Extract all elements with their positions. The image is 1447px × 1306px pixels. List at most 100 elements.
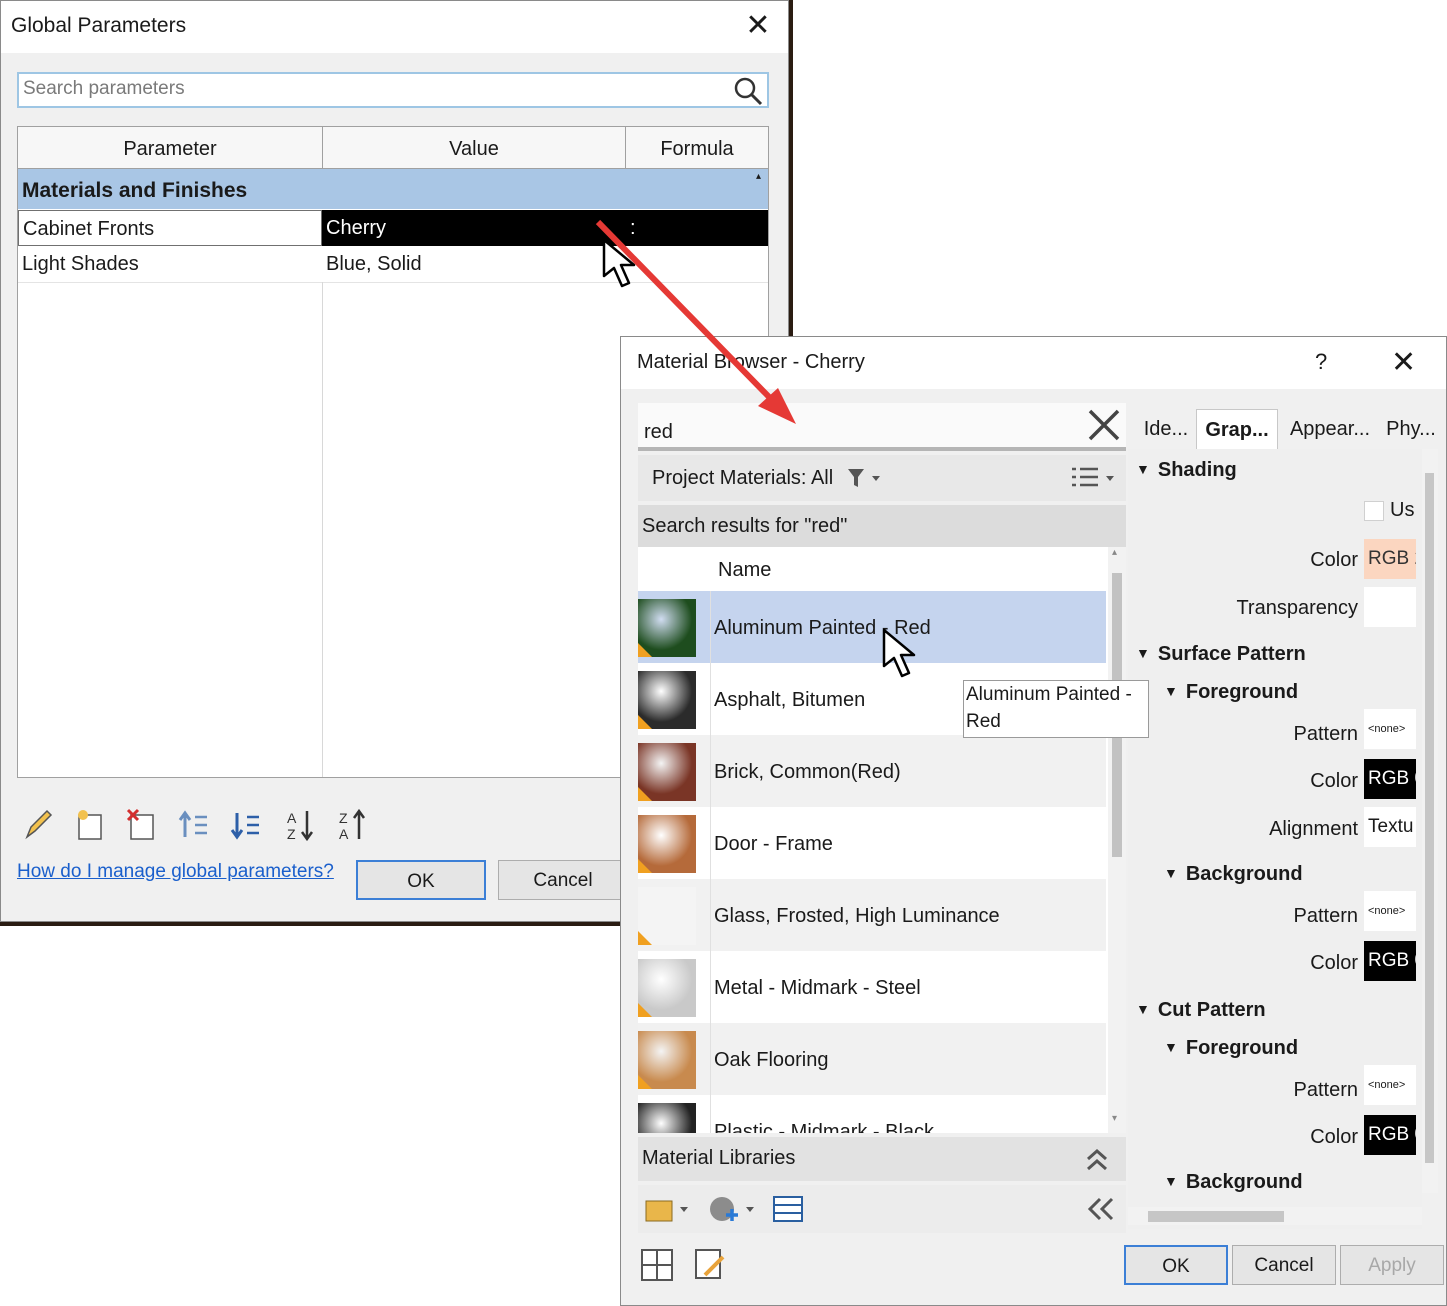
- material-libraries-label: Material Libraries: [642, 1147, 796, 1169]
- material-list-item[interactable]: Door - Frame: [638, 807, 1106, 879]
- scroll-down-icon[interactable]: ▾: [1112, 1113, 1117, 1124]
- pattern-field[interactable]: <none>: [1364, 709, 1416, 749]
- dialog-title: Global Parameters: [11, 14, 187, 37]
- vertical-scrollbar[interactable]: ▴ ▾: [1108, 547, 1126, 1133]
- color-swatch[interactable]: RGB 0: [1364, 1115, 1416, 1155]
- project-materials-filter[interactable]: Project Materials: All: [652, 467, 833, 490]
- formula-cell[interactable]: [626, 246, 768, 282]
- apply-button[interactable]: Apply: [1340, 1245, 1444, 1285]
- asset-browser-icon[interactable]: [772, 1193, 804, 1225]
- pattern-label: Pattern: [1293, 905, 1358, 927]
- transparency-field[interactable]: [1364, 587, 1416, 627]
- alignment-field[interactable]: Textu: [1364, 807, 1416, 847]
- library-folder-icon[interactable]: [644, 1193, 690, 1225]
- search-icon[interactable]: [733, 76, 763, 106]
- group-header[interactable]: Materials and Finishes: [18, 169, 768, 209]
- tab-physical[interactable]: Phy...: [1384, 409, 1438, 449]
- material-list-item[interactable]: Aluminum Painted - Red: [638, 591, 1106, 663]
- expand-up-icon[interactable]: [1084, 1145, 1110, 1173]
- shading-color-swatch[interactable]: RGB 2: [1364, 539, 1416, 579]
- filter-icon[interactable]: [846, 467, 884, 489]
- search-field[interactable]: Search parameters: [17, 72, 769, 108]
- title-bar: Global Parameters ✕: [1, 1, 788, 53]
- project-material-badge-icon: [638, 715, 652, 729]
- value-cell[interactable]: Cherry: [322, 210, 626, 246]
- close-button[interactable]: ✕: [741, 9, 775, 43]
- material-name: Brick, Common(Red): [714, 761, 901, 783]
- use-render-appearance-label: Us: [1390, 499, 1415, 521]
- material-list-item[interactable]: Brick, Common(Red): [638, 735, 1106, 807]
- name-column-header[interactable]: Name: [638, 547, 1106, 591]
- collapse-left-icon[interactable]: [1086, 1197, 1116, 1221]
- scroll-up-icon[interactable]: ▴: [1112, 547, 1117, 558]
- material-list-item[interactable]: Plastic - Midmark - Black: [638, 1095, 1106, 1133]
- move-down-icon[interactable]: [229, 807, 263, 843]
- column-header-formula[interactable]: Formula: [626, 127, 768, 169]
- subsection-background[interactable]: ▼ Background: [1164, 1171, 1303, 1194]
- ok-button[interactable]: OK: [1124, 1245, 1228, 1285]
- ok-button[interactable]: OK: [356, 860, 486, 900]
- tab-appearance[interactable]: Appear...: [1282, 409, 1378, 449]
- subsection-foreground[interactable]: ▼ Foreground: [1164, 681, 1298, 704]
- material-search-field[interactable]: red: [638, 403, 1126, 451]
- section-cut-pattern[interactable]: ▼ Cut Pattern: [1136, 999, 1266, 1022]
- sort-descending-icon[interactable]: Z A: [337, 807, 371, 843]
- subsection-foreground[interactable]: ▼ Foreground: [1164, 1037, 1298, 1060]
- list-view-icon[interactable]: [1070, 465, 1120, 491]
- section-surface-pattern[interactable]: ▼ Surface Pattern: [1136, 643, 1306, 666]
- material-libraries-bar[interactable]: Material Libraries: [638, 1137, 1126, 1181]
- clear-search-icon[interactable]: [1086, 407, 1122, 443]
- material-list-item[interactable]: Glass, Frosted, High Luminance: [638, 879, 1106, 951]
- column-header-value[interactable]: Value: [323, 127, 626, 169]
- create-material-icon[interactable]: [708, 1193, 756, 1225]
- color-swatch[interactable]: RGB 0: [1364, 759, 1416, 799]
- pattern-label: Pattern: [1293, 723, 1358, 745]
- value-cell[interactable]: Blue, Solid: [322, 246, 626, 282]
- scrollbar-thumb[interactable]: [1425, 473, 1434, 1163]
- tab-graphics[interactable]: Grap...: [1196, 409, 1278, 450]
- move-up-icon[interactable]: [177, 807, 211, 843]
- column-header-parameter[interactable]: Parameter: [18, 127, 323, 169]
- table-row[interactable]: Light Shades Blue, Solid: [18, 246, 768, 283]
- material-name: Glass, Frosted, High Luminance: [714, 905, 1000, 927]
- new-parameter-icon[interactable]: [73, 807, 107, 843]
- color-label: Color: [1310, 770, 1358, 792]
- section-shading[interactable]: ▼ Shading: [1136, 459, 1237, 482]
- properties-vertical-scrollbar[interactable]: [1422, 449, 1438, 1193]
- help-link[interactable]: How do I manage global parameters?: [17, 861, 334, 883]
- material-editor-toggle-icon[interactable]: [639, 1247, 675, 1283]
- color-swatch[interactable]: RGB 0: [1364, 941, 1416, 981]
- column-divider: [322, 282, 323, 777]
- section-label: Cut Pattern: [1157, 999, 1266, 1021]
- project-material-badge-icon: [638, 859, 652, 873]
- search-input[interactable]: red: [644, 421, 673, 444]
- cancel-button[interactable]: Cancel: [498, 860, 628, 900]
- tab-identity[interactable]: Ide...: [1134, 409, 1198, 449]
- properties-panel: Ide... Grap... Appear... Phy... ▼ Shading…: [1128, 403, 1438, 1233]
- use-render-appearance-checkbox[interactable]: [1364, 501, 1384, 521]
- mouse-cursor-icon: [602, 238, 636, 288]
- properties-horizontal-scrollbar[interactable]: [1128, 1207, 1422, 1225]
- formula-cell[interactable]: :: [626, 210, 768, 246]
- material-list-item[interactable]: Oak Flooring: [638, 1023, 1106, 1095]
- collapse-icon[interactable]: ▴: [756, 171, 761, 182]
- scrollbar-thumb[interactable]: [1148, 1211, 1284, 1222]
- parameter-cell[interactable]: Cabinet Fronts: [18, 210, 322, 246]
- material-thumbnail: [638, 815, 696, 873]
- edit-icon[interactable]: [21, 807, 55, 843]
- table-row[interactable]: Cabinet Fronts Cherry :: [18, 210, 768, 246]
- sort-ascending-icon[interactable]: A Z: [285, 807, 319, 843]
- close-button[interactable]: ✕: [1391, 345, 1416, 380]
- help-button[interactable]: ?: [1315, 349, 1327, 375]
- dialog-title: Material Browser - Cherry: [637, 351, 865, 373]
- subsection-background[interactable]: ▼ Background: [1164, 863, 1303, 886]
- pattern-field[interactable]: <none>: [1364, 1065, 1416, 1105]
- parameter-cell[interactable]: Light Shades: [18, 246, 322, 282]
- search-input[interactable]: Search parameters: [23, 78, 185, 100]
- edit-material-icon[interactable]: [693, 1247, 729, 1283]
- cancel-button[interactable]: Cancel: [1232, 1245, 1336, 1285]
- pattern-field[interactable]: <none>: [1364, 891, 1416, 931]
- tooltip-line: Aluminum Painted -: [966, 684, 1132, 705]
- material-list-item[interactable]: Metal - Midmark - Steel: [638, 951, 1106, 1023]
- delete-parameter-icon[interactable]: [125, 807, 159, 843]
